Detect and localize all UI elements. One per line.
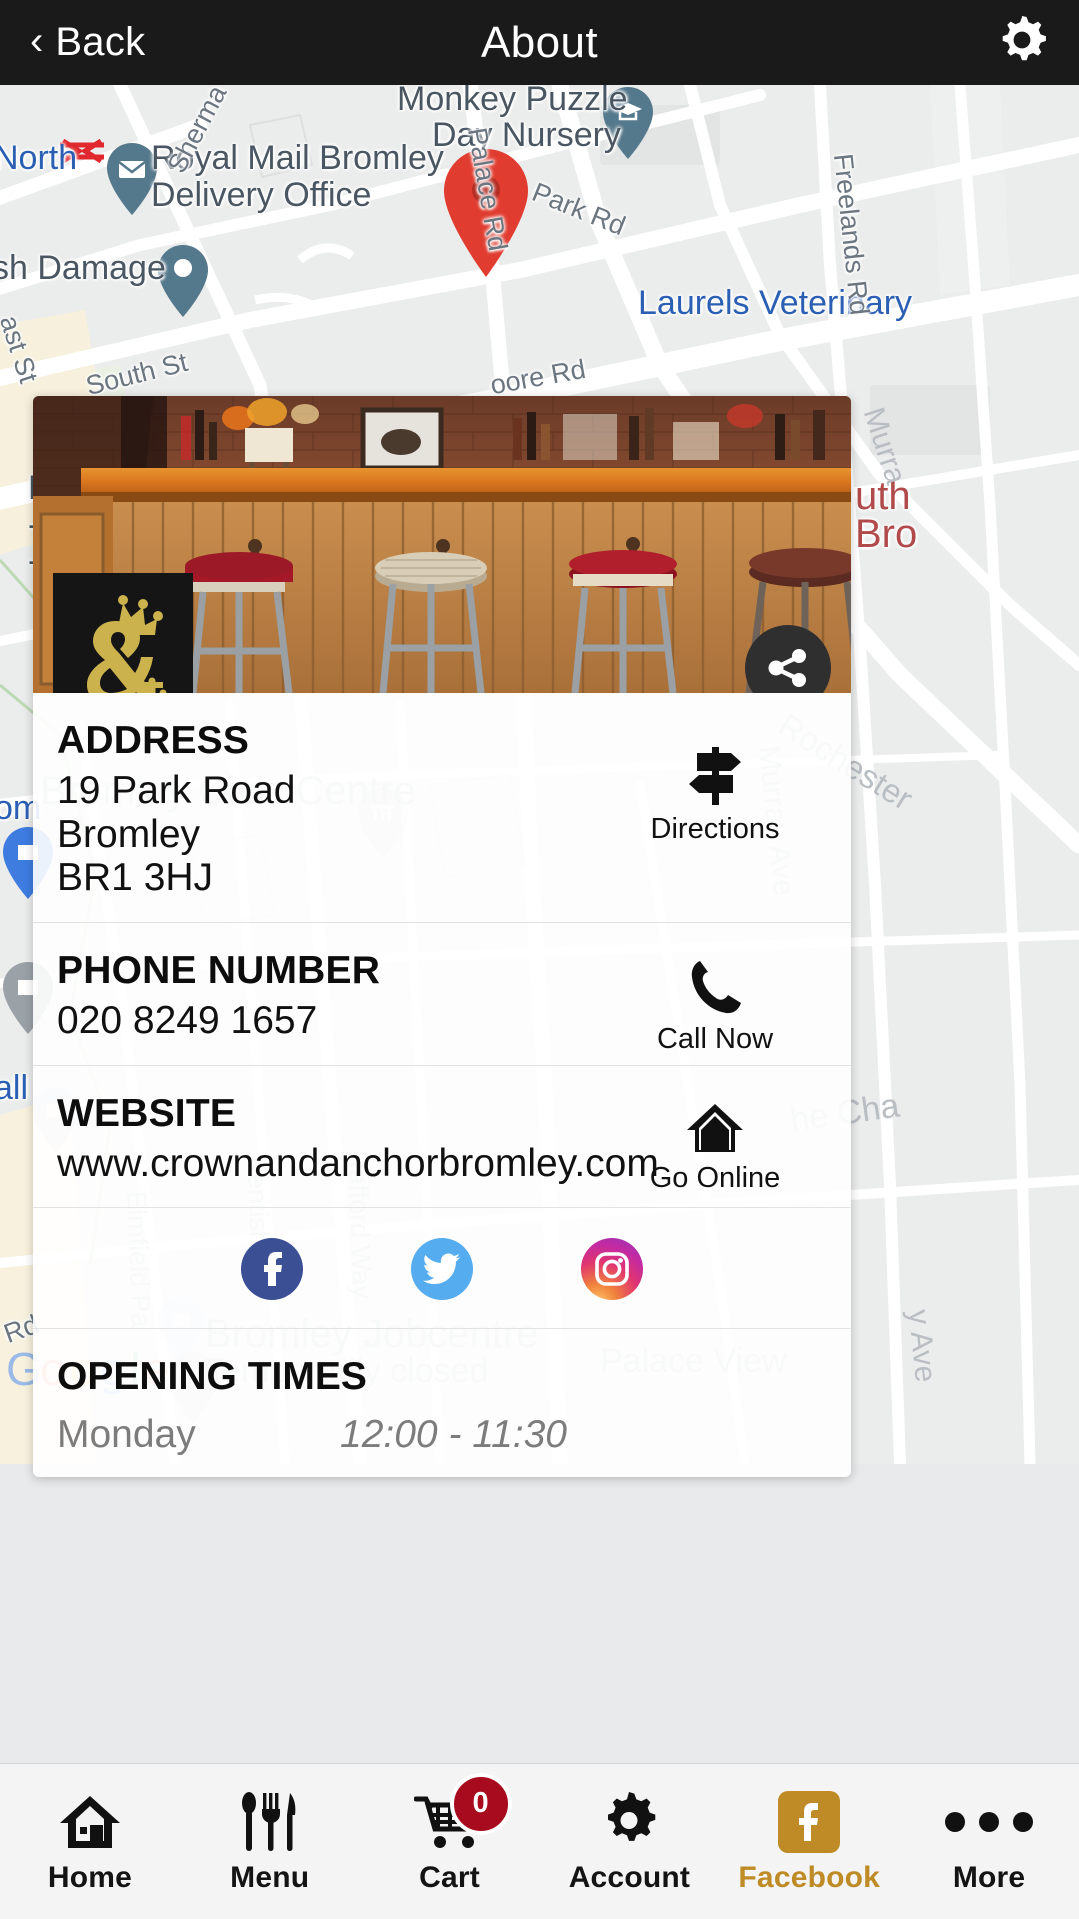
- tab-account[interactable]: Account: [539, 1764, 719, 1919]
- tab-account-label: Account: [568, 1860, 691, 1894]
- tab-menu[interactable]: Menu: [180, 1764, 360, 1919]
- tab-more-label: More: [952, 1860, 1026, 1894]
- home-icon: [615, 1090, 815, 1156]
- cutlery-icon: [239, 1789, 301, 1855]
- website-section: WEBSITE www.crownandanchorbromley.com Go…: [33, 1064, 851, 1208]
- settings-button[interactable]: [993, 14, 1051, 72]
- instagram-icon: [595, 1252, 629, 1287]
- opening-day: Monday: [57, 1413, 196, 1457]
- go-online-label: Go Online: [649, 1161, 781, 1194]
- facebook-icon: [778, 1790, 841, 1853]
- call-now-label: Call Now: [656, 1023, 774, 1056]
- social-links: [33, 1207, 851, 1328]
- ellipsis-icon: [945, 1789, 1034, 1855]
- tab-facebook-label: Facebook: [738, 1860, 881, 1894]
- opening-hours: 12:00 - 11:30: [340, 1413, 567, 1457]
- tab-facebook[interactable]: Facebook: [719, 1764, 899, 1919]
- cart-count-badge: 0: [449, 1772, 512, 1835]
- address-line-3: BR1 3HJ: [57, 856, 214, 900]
- facebook-link[interactable]: [241, 1238, 303, 1301]
- directions-button[interactable]: Directions: [615, 741, 815, 846]
- phone-icon: [615, 951, 815, 1017]
- directions-label: Directions: [650, 813, 780, 845]
- address-section: ADDRESS 19 Park Road Bromley BR1 3HJ Dir…: [33, 693, 851, 922]
- tab-home[interactable]: Home: [0, 1764, 180, 1919]
- about-card: ADDRESS 19 Park Road Bromley BR1 3HJ Dir…: [33, 396, 851, 1478]
- venue-photo: [33, 396, 851, 693]
- call-now-button[interactable]: Call Now: [615, 951, 815, 1056]
- tab-menu-label: Menu: [230, 1860, 310, 1894]
- twitter-link[interactable]: [411, 1238, 473, 1301]
- tab-more[interactable]: More: [899, 1764, 1079, 1919]
- tab-home-label: Home: [47, 1860, 132, 1894]
- tab-cart[interactable]: 0 Cart: [360, 1764, 540, 1919]
- signpost-icon: [615, 741, 815, 807]
- bottom-tab-bar: Home Menu 0 Cart Account Facebook More: [0, 1763, 1079, 1919]
- crown-anchor-ampersand-icon: [53, 573, 193, 693]
- facebook-icon: [264, 1252, 282, 1287]
- top-navigation-bar: ‹ Back About: [0, 0, 1079, 85]
- tab-cart-label: Cart: [419, 1860, 480, 1894]
- home-icon: [58, 1789, 122, 1855]
- opening-times-row: Monday 12:00 - 11:30: [33, 1413, 851, 1477]
- share-icon: [768, 649, 806, 687]
- venue-logo: [53, 573, 193, 693]
- app-screen: G o o g l e Monkey Puzzle Day Nursery Ro…: [0, 0, 1079, 1919]
- about-details: ADDRESS 19 Park Road Bromley BR1 3HJ Dir…: [33, 693, 851, 1477]
- go-online-button[interactable]: Go Online: [615, 1090, 815, 1195]
- page-title: About: [481, 17, 598, 67]
- twitter-icon: [423, 1253, 460, 1285]
- phone-section: PHONE NUMBER 020 8249 1657 Call Now: [33, 922, 851, 1065]
- instagram-link[interactable]: [581, 1238, 643, 1301]
- gear-icon: [598, 1789, 660, 1855]
- opening-times-heading: OPENING TIMES: [33, 1328, 851, 1413]
- shopping-cart-icon: 0: [413, 1772, 512, 1855]
- gear-icon: [1002, 16, 1046, 61]
